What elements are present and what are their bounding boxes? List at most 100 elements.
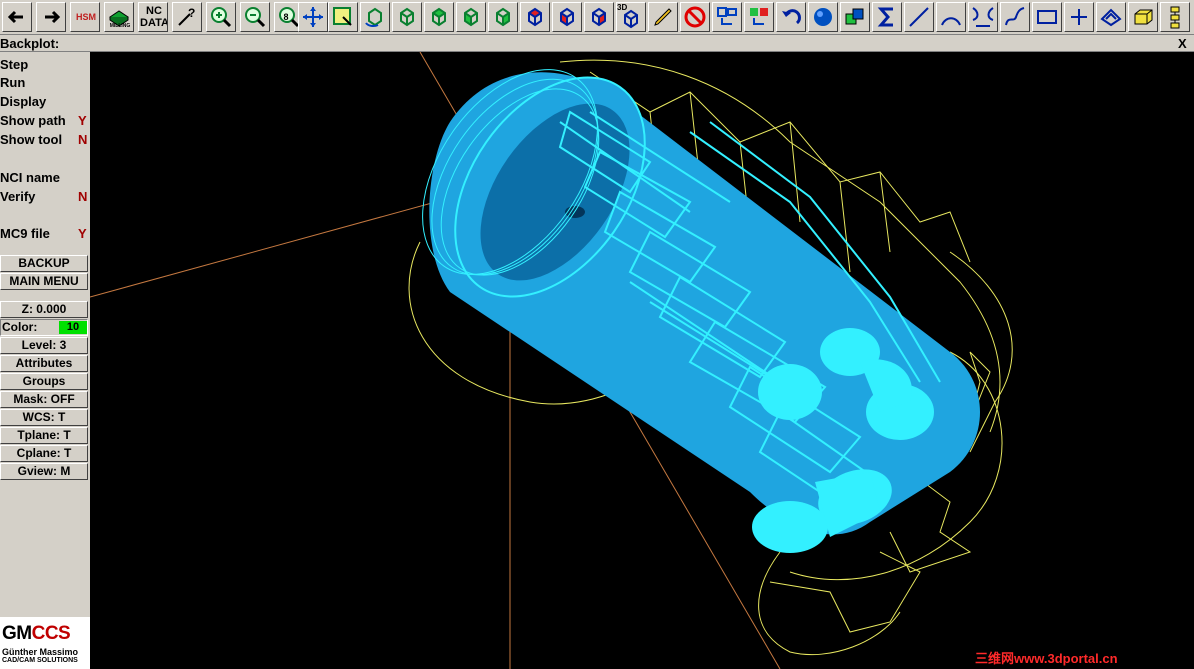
logo-tagline: CAD/CAM SOLUTIONS: [2, 657, 78, 664]
color-transform-icon: [750, 8, 768, 25]
iso-view-button[interactable]: [392, 2, 422, 32]
side-view-button[interactable]: [488, 2, 518, 32]
menu-item-label: Show path: [0, 113, 66, 128]
cube-red-front-icon: [560, 7, 574, 27]
front-view-button[interactable]: [456, 2, 486, 32]
solid-button[interactable]: [1128, 2, 1158, 32]
gview-button[interactable]: Gview: M: [0, 463, 88, 480]
wire-cube-icon: [400, 7, 414, 27]
tplane-button[interactable]: Tplane: T: [0, 427, 88, 444]
menu-item-nci-name[interactable]: NCI name: [0, 168, 90, 186]
tree-icon: [1170, 6, 1180, 29]
shading-button[interactable]: [808, 2, 838, 32]
zoom-window-button[interactable]: [206, 2, 236, 32]
spline-icon: [1005, 7, 1025, 26]
menu-item-mc9-file[interactable]: MC9 file Y: [0, 224, 90, 242]
menu-item-run[interactable]: Run: [0, 73, 90, 91]
company-logo: GMCCS Günther Massimo CAD/CAM SOLUTIONS: [0, 617, 90, 669]
logo-brand: GMCCS: [2, 623, 71, 645]
prohibit-icon: [684, 6, 706, 28]
arc-button[interactable]: [936, 2, 966, 32]
fillet-button[interactable]: [968, 2, 998, 32]
pan-arrows-icon: [303, 7, 323, 27]
forward-arrow-button[interactable]: [36, 2, 66, 32]
logo-name: Günther Massimo: [2, 647, 79, 657]
select-window-button[interactable]: [328, 2, 358, 32]
menu-item-label: Step: [0, 57, 29, 72]
backup-button[interactable]: BACKUP: [0, 255, 88, 272]
zoom-in-icon: [211, 7, 232, 28]
layers-icon: [845, 8, 864, 25]
color-button[interactable]: Color: 10: [0, 319, 88, 336]
graphics-viewport[interactable]: [90, 52, 1194, 669]
arrow-left-icon: [7, 10, 23, 24]
sidebar-menu: Step Run Display Show path Y Show tool N N…: [0, 52, 90, 669]
no-button[interactable]: [680, 2, 710, 32]
menu-item-label: Run: [0, 75, 26, 90]
cube-red-side-icon: [592, 7, 606, 27]
zoom-level-label: 8: [283, 12, 289, 22]
cplane-top-button[interactable]: [520, 2, 550, 32]
menu-item-label: NCI name: [0, 170, 60, 185]
part-body: [429, 72, 981, 535]
top-view-button[interactable]: [424, 2, 454, 32]
transform-icon: [717, 7, 737, 25]
color-label: Color:: [2, 320, 38, 334]
milling-label: MILLING: [109, 23, 131, 29]
view-3d-label: 3D: [617, 3, 628, 12]
back-arrow-button[interactable]: [2, 2, 32, 32]
main-menu-button[interactable]: MAIN MENU: [0, 273, 88, 290]
title-bar: Backplot: X: [0, 35, 1194, 52]
close-button[interactable]: X: [1178, 36, 1187, 51]
cube-top-icon: [432, 7, 446, 27]
menu-item-verify[interactable]: Verify N: [0, 187, 90, 205]
toolbar: HSM MILLING NC DATA ? 8 3D: [0, 0, 1194, 35]
rectangle-button[interactable]: [1032, 2, 1062, 32]
rotate-cube-icon: [365, 7, 382, 28]
show-path-value: Y: [78, 113, 87, 128]
menu-item-label: Verify: [0, 189, 36, 204]
menu-item-show-tool[interactable]: Show tool N: [0, 130, 90, 148]
cursor-question-icon: ?: [178, 6, 195, 26]
menu-item-show-path[interactable]: Show path Y: [0, 111, 90, 129]
layers-button[interactable]: [840, 2, 870, 32]
solid-box-icon: [1134, 9, 1153, 25]
menu-item-step[interactable]: Step: [0, 55, 90, 73]
level-button[interactable]: Level: 3: [0, 337, 88, 354]
undo-button[interactable]: [776, 2, 806, 32]
cube-side-icon: [496, 7, 510, 27]
z-depth-button[interactable]: Z: 0.000: [0, 301, 88, 318]
hsm-button[interactable]: HSM: [70, 2, 100, 32]
sigma-icon: [877, 7, 893, 27]
surface-button[interactable]: [1096, 2, 1126, 32]
svg-text:?: ?: [188, 6, 195, 20]
tree-button[interactable]: [1160, 2, 1190, 32]
pencil-button[interactable]: [648, 2, 678, 32]
wcs-button[interactable]: WCS: T: [0, 409, 88, 426]
zoom-out-icon: [245, 7, 266, 28]
cube-front-icon: [464, 7, 478, 27]
rotate-view-button[interactable]: [360, 2, 390, 32]
mask-button[interactable]: Mask: OFF: [0, 391, 88, 408]
groups-button[interactable]: Groups: [0, 373, 88, 390]
cplane-front-button[interactable]: [552, 2, 582, 32]
menu-item-label: Show tool: [0, 132, 63, 147]
pan-button[interactable]: [298, 2, 328, 32]
attributes-button[interactable]: Attributes: [0, 355, 88, 372]
point-button[interactable]: [1064, 2, 1094, 32]
cplane-button[interactable]: Cplane: T: [0, 445, 88, 462]
hsm-label: HSM: [76, 12, 96, 22]
menu-item-display[interactable]: Display: [0, 92, 90, 110]
window-title: Backplot:: [0, 36, 60, 51]
zoom-out-button[interactable]: [240, 2, 270, 32]
milling-button[interactable]: MILLING: [104, 2, 134, 32]
sum-button[interactable]: [872, 2, 902, 32]
spline-button[interactable]: [1000, 2, 1030, 32]
transform-button[interactable]: [712, 2, 742, 32]
analyze-button[interactable]: ?: [172, 2, 202, 32]
cplane-side-button[interactable]: [584, 2, 614, 32]
view-3d-button[interactable]: 3D: [616, 2, 646, 32]
nc-data-button[interactable]: NC DATA: [138, 2, 168, 32]
line-button[interactable]: [904, 2, 934, 32]
color-transform-button[interactable]: [744, 2, 774, 32]
